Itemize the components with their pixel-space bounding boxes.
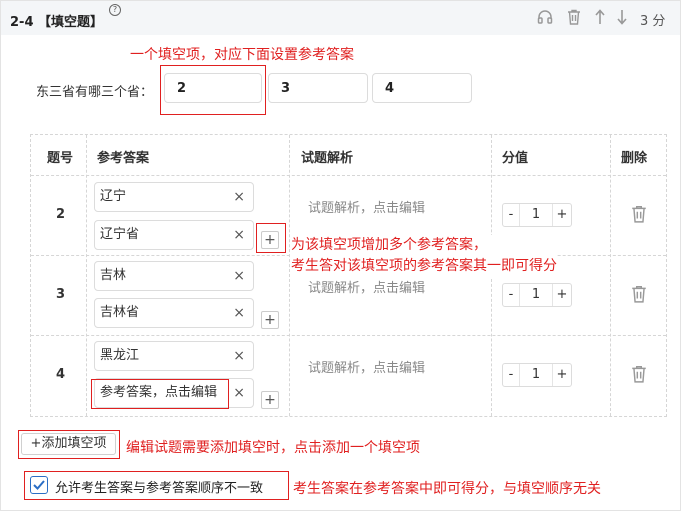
increment-button[interactable]: + (552, 364, 571, 386)
col-header-num: 题号 (47, 151, 74, 166)
blank-input-2[interactable]: 3 (268, 73, 368, 103)
answer-text: 吉林省 (100, 305, 140, 320)
row-number: 3 (56, 287, 66, 302)
clear-icon[interactable]: × (233, 379, 245, 407)
annotation-box-add-answer (256, 223, 286, 253)
score-stepper[interactable]: - 1 + (502, 203, 572, 227)
annotation-multi-answer: 为该填空项增加多个参考答案， 考生答对该填空项的参考答案其一即可得分 (291, 235, 557, 277)
increment-button[interactable]: + (552, 204, 571, 226)
annotation-blank-note: 一个填空项，对应下面设置参考答案 (130, 47, 354, 63)
score-value[interactable]: 1 (519, 204, 553, 226)
answer-input[interactable]: 辽宁 × (94, 182, 254, 212)
trash-icon[interactable] (567, 9, 581, 25)
increment-button[interactable]: + (552, 284, 571, 306)
answer-input[interactable]: 辽宁省 × (94, 220, 254, 250)
annotation-multi-answer-line2: 考生答对该填空项的参考答案其一即可得分 (291, 258, 557, 274)
col-header-score: 分值 (502, 151, 529, 166)
answer-text: 辽宁省 (100, 227, 140, 242)
clear-icon[interactable]: × (233, 183, 245, 211)
delete-row-icon[interactable] (631, 205, 647, 223)
score-stepper[interactable]: - 1 + (502, 283, 572, 307)
answer-text: 辽宁 (100, 189, 127, 204)
clear-icon[interactable]: × (233, 299, 245, 327)
row-number: 4 (56, 367, 66, 382)
answer-input[interactable]: 黑龙江 × (94, 341, 254, 371)
explain-text[interactable]: 试题解析，点击编辑 (308, 277, 425, 296)
clear-icon[interactable]: × (233, 262, 245, 290)
help-icon[interactable]: ? (109, 4, 121, 16)
question-stem: 东三省有哪三个省： (36, 85, 154, 100)
score-value[interactable]: 1 (519, 284, 553, 306)
question-title: 2-4 【填空题】 (10, 15, 104, 30)
add-blank-button[interactable]: +添加填空项 (21, 433, 116, 455)
order-checkbox[interactable] (30, 476, 48, 494)
decrement-button[interactable]: - (503, 284, 520, 306)
headphones-icon[interactable] (537, 9, 553, 25)
answer-input[interactable]: 吉林 × (94, 261, 254, 291)
check-icon (33, 480, 45, 490)
clear-icon[interactable]: × (233, 221, 245, 249)
explain-text[interactable]: 试题解析，点击编辑 (308, 197, 425, 216)
explain-text[interactable]: 试题解析，点击编辑 (308, 357, 425, 376)
answer-input[interactable]: 吉林省 × (94, 298, 254, 328)
answer-text: 吉林 (100, 268, 127, 283)
decrement-button[interactable]: - (503, 364, 520, 386)
question-score: 3 分 (640, 14, 666, 29)
arrow-up-icon[interactable] (595, 9, 605, 25)
delete-row-icon[interactable] (631, 365, 647, 383)
decrement-button[interactable]: - (503, 204, 520, 226)
score-value[interactable]: 1 (519, 364, 553, 386)
annotation-add-blank-note: 编辑试题需要添加填空时，点击添加一个填空项 (126, 440, 420, 456)
col-header-answer: 参考答案 (97, 151, 150, 166)
col-header-delete: 删除 (621, 151, 648, 166)
annotation-order-note: 考生答案在参考答案中即可得分，与填空顺序无关 (293, 481, 601, 497)
answer-text: 黑龙江 (100, 348, 140, 363)
delete-row-icon[interactable] (631, 285, 647, 303)
add-answer-button[interactable]: + (261, 311, 279, 329)
add-answer-button[interactable]: + (261, 391, 279, 409)
blank-input-3[interactable]: 4 (372, 73, 472, 103)
order-option-label[interactable]: 允许考生答案与参考答案顺序不一致 (55, 477, 263, 496)
score-stepper[interactable]: - 1 + (502, 363, 572, 387)
clear-icon[interactable]: × (233, 342, 245, 370)
arrow-down-icon[interactable] (617, 9, 627, 25)
col-header-explain: 试题解析 (301, 151, 354, 166)
annotation-box-answer-placeholder (91, 379, 229, 409)
blank-input-1[interactable]: 2 (164, 73, 262, 103)
annotation-multi-answer-line1: 为该填空项增加多个参考答案， (291, 237, 487, 253)
row-number: 2 (56, 207, 66, 222)
